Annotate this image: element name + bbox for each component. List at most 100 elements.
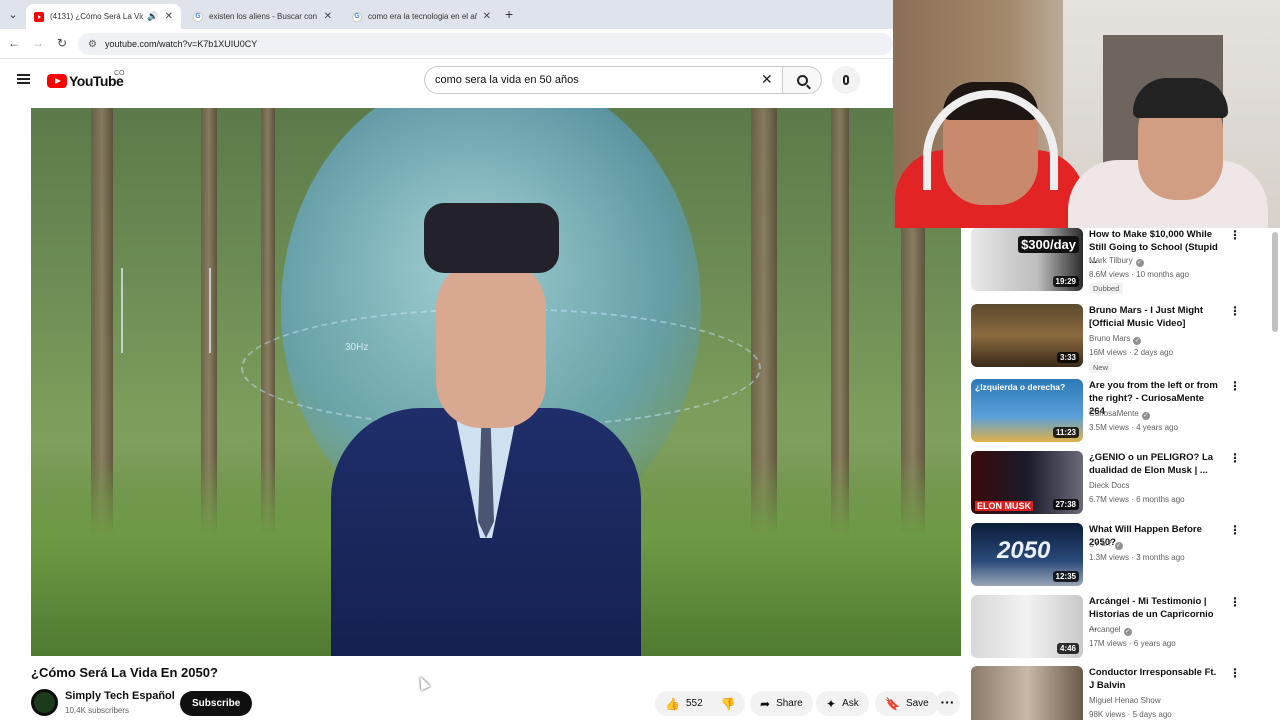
video-thumbnail[interactable]: 4:46: [971, 595, 1083, 658]
tab-title: (4131) ¿Cómo Será La Vida: [50, 12, 144, 21]
save-button[interactable]: 🔖 Save: [875, 691, 939, 716]
thumbnail-caption: 2050: [997, 537, 1051, 564]
recommendation-stats: 98K views · 5 days ago: [1089, 710, 1172, 719]
youtube-favicon-icon: [34, 11, 44, 22]
thumbnail-caption: $300/day: [1018, 236, 1079, 253]
recommendation-title[interactable]: ¿GENIO o un PELIGRO? La dualidad de Elon…: [1089, 451, 1219, 477]
like-dislike-group: 👍 552 👎: [655, 691, 745, 716]
recommendation-channel[interactable]: CuriosaMente ✓: [1089, 409, 1150, 420]
channel-name: CuriosaMente: [1089, 409, 1139, 418]
video-player[interactable]: 30Hz: [31, 108, 961, 656]
video-thumbnail[interactable]: ELON MUSK 27:38: [971, 451, 1083, 514]
new-tab-icon[interactable]: +: [505, 6, 513, 22]
recommendation-channel[interactable]: Bruno Mars ✓: [1089, 334, 1142, 345]
forward-arrow-icon[interactable]: →: [30, 36, 46, 50]
microphone-icon: [843, 75, 849, 85]
menu-icon[interactable]: [17, 74, 30, 84]
recommendation-title[interactable]: Bruno Mars - I Just Might [Official Musi…: [1089, 304, 1219, 330]
recommendation-item[interactable]: 4:46 Arcángel - Mi Testimonio | Historia…: [971, 595, 1271, 665]
youtube-header: YouTube CO como sera la vida en 50 años …: [0, 60, 893, 100]
search-icon: [796, 74, 808, 86]
search-input[interactable]: como sera la vida en 50 años: [424, 66, 786, 94]
like-icon[interactable]: 👍: [665, 697, 680, 711]
youtube-logo[interactable]: YouTube: [47, 73, 124, 89]
dubbed-badge: Dubbed: [1089, 283, 1124, 294]
video-thumbnail[interactable]: 3:33: [971, 304, 1083, 367]
more-options-icon[interactable]: ⋮: [1229, 451, 1241, 465]
sparkle-icon: ✦: [826, 696, 837, 711]
verified-check-icon: ✓: [1114, 542, 1123, 550]
webcam-overlay: [893, 0, 1280, 228]
video-thumbnail[interactable]: [971, 666, 1083, 720]
channel-name: Mark Tilbury: [1089, 256, 1133, 265]
channel-avatar[interactable]: [31, 689, 58, 716]
tab-search-icon[interactable]: ⌄: [4, 6, 22, 24]
tab-google-tecnologia[interactable]: G como era la tecnologia en el añ ✕: [344, 4, 499, 29]
streamer-right-cap: [1133, 78, 1228, 118]
speaker-icon[interactable]: 🔊: [147, 11, 158, 22]
recommendation-channel[interactable]: Arcangel ✓: [1089, 625, 1132, 636]
recommendation-channel[interactable]: Mark Tilbury ✓: [1089, 256, 1144, 267]
more-options-icon[interactable]: ⋮: [1229, 523, 1241, 537]
reload-icon[interactable]: ↻: [54, 36, 70, 50]
voice-search-button[interactable]: [832, 66, 860, 94]
tab-close-icon[interactable]: ✕: [483, 11, 491, 22]
back-arrow-icon[interactable]: ←: [6, 36, 22, 50]
video-thumbnail[interactable]: $300/day 19:29: [971, 228, 1083, 291]
scrollbar-thumb[interactable]: [1272, 232, 1278, 332]
search-button[interactable]: [782, 66, 822, 94]
hud-bracket: [121, 268, 211, 353]
recommendation-channel[interactable]: Miguel Henao Show: [1089, 696, 1161, 705]
recommendation-channel[interactable]: ¿Y si? ✓: [1089, 539, 1123, 550]
share-icon: ➦: [760, 696, 771, 711]
mouse-cursor: [415, 674, 431, 691]
more-options-icon[interactable]: ⋮: [1229, 666, 1241, 680]
share-button[interactable]: ➦ Share: [750, 691, 813, 716]
tab-google-aliens[interactable]: G existen los aliens - Buscar con G ✕: [185, 4, 340, 29]
save-label: Save: [905, 698, 929, 709]
more-options-icon[interactable]: ⋮: [1229, 304, 1241, 318]
more-options-icon[interactable]: ⋮: [1229, 595, 1241, 609]
recommendation-channel[interactable]: Dieck Docs: [1089, 481, 1129, 490]
tab-close-icon[interactable]: ✕: [324, 11, 332, 22]
youtube-play-icon: [47, 74, 67, 88]
thumbnail-caption: ¿Izquierda o derecha?: [975, 382, 1066, 392]
like-count[interactable]: 552: [686, 698, 703, 709]
verified-check-icon: ✓: [1141, 412, 1150, 420]
search-query: como sera la vida en 50 años: [435, 74, 579, 86]
thumbnail-caption: ELON MUSK: [975, 501, 1033, 511]
recommendation-item[interactable]: ¿Izquierda o derecha? 11:23 Are you from…: [971, 379, 1271, 449]
tab-youtube-video[interactable]: (4131) ¿Cómo Será La Vida 🔊 ✕: [26, 4, 181, 29]
video-thumbnail[interactable]: 2050 12:35: [971, 523, 1083, 586]
video-duration: 3:33: [1056, 352, 1079, 363]
recommendation-item[interactable]: $300/day 19:29 How to Make $10,000 While…: [971, 228, 1271, 298]
verified-check-icon: ✓: [1135, 259, 1144, 267]
google-favicon-icon: G: [352, 11, 362, 22]
subscriber-count: 10.4K subscribers: [65, 706, 130, 715]
subscribe-button[interactable]: Subscribe: [180, 691, 253, 716]
ask-button[interactable]: ✦ Ask: [816, 691, 869, 716]
more-options-icon[interactable]: ⋮: [1229, 228, 1241, 242]
more-options-icon[interactable]: ⋮: [1229, 379, 1241, 393]
url-field[interactable]: ⚙ youtube.com/watch?v=K7b1XUIU0CY: [78, 33, 893, 55]
recommendation-item[interactable]: ELON MUSK 27:38 ¿GENIO o un PELIGRO? La …: [971, 451, 1271, 521]
vr-headset: [424, 203, 559, 273]
video-duration: 11:23: [1052, 427, 1079, 438]
site-info-icon[interactable]: ⚙: [88, 39, 97, 50]
recommendation-item[interactable]: Conductor Irresponsable Ft. J Balvin Mig…: [971, 666, 1271, 720]
share-label: Share: [776, 698, 803, 709]
google-favicon-icon: G: [193, 11, 203, 22]
channel-name[interactable]: Simply Tech Español: [65, 690, 175, 702]
clear-search-icon[interactable]: ✕: [761, 71, 773, 88]
region-code: CO: [114, 70, 125, 77]
dislike-icon[interactable]: 👎: [721, 697, 736, 711]
recommendation-stats: 8.6M views · 10 months ago: [1089, 270, 1190, 279]
more-actions-button[interactable]: ···: [935, 691, 960, 716]
channel-name: Bruno Mars: [1089, 334, 1131, 343]
recommendation-title[interactable]: Conductor Irresponsable Ft. J Balvin: [1089, 666, 1219, 692]
tab-close-icon[interactable]: ✕: [165, 11, 173, 22]
recommendation-item[interactable]: 2050 12:35 What Will Happen Before 2050?…: [971, 523, 1271, 593]
recommendation-item[interactable]: 3:33 Bruno Mars - I Just Might [Official…: [971, 304, 1271, 374]
video-thumbnail[interactable]: ¿Izquierda o derecha? 11:23: [971, 379, 1083, 442]
hud-frequency-label: 30Hz: [345, 342, 369, 353]
